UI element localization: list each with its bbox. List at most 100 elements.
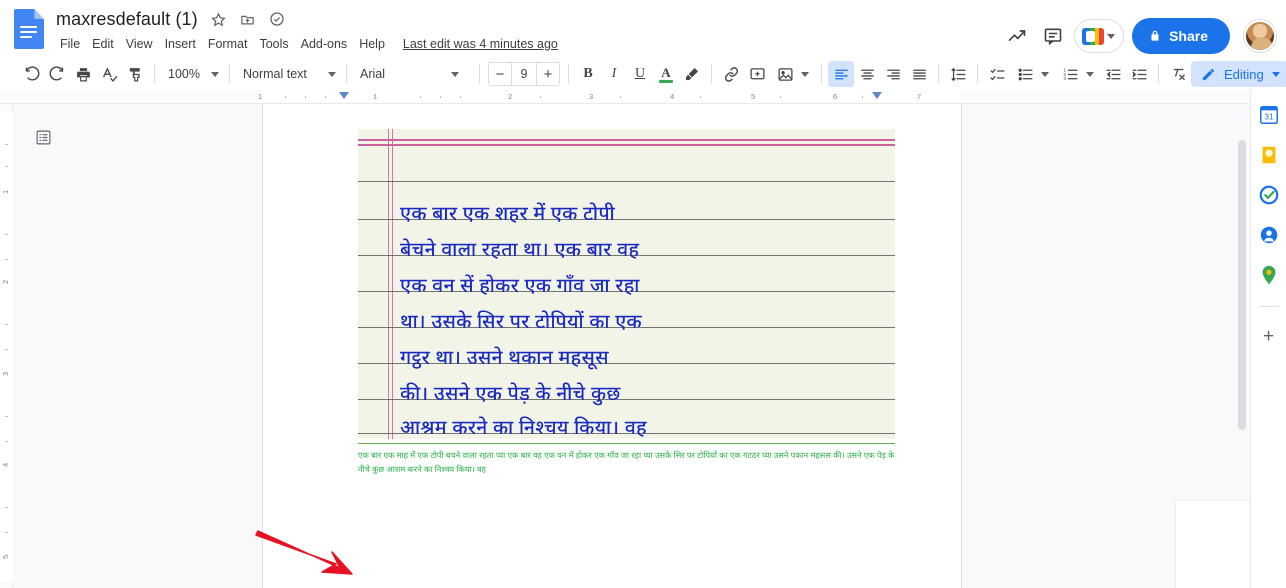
comment-history-icon[interactable] <box>1036 19 1070 53</box>
undo-icon[interactable] <box>18 61 44 87</box>
menu-item-add-ons[interactable]: Add-ons <box>295 35 354 53</box>
handwriting-line: आश्रम करने का निश्चय किया। वह <box>400 418 647 439</box>
chevron-down-icon[interactable] <box>801 71 809 77</box>
font-size-decrease-button[interactable]: − <box>489 63 511 85</box>
activity-dashboard-icon[interactable] <box>1000 19 1034 53</box>
toolbar-divider <box>821 64 822 84</box>
toolbar-divider <box>346 64 347 84</box>
clear-formatting-icon[interactable] <box>1165 61 1191 87</box>
header-actions: Share <box>1000 0 1286 58</box>
title-and-menu-block: maxresdefault (1) File Edit View Insert … <box>54 6 558 55</box>
bold-button[interactable]: B <box>575 61 601 87</box>
handwritten-hindi-notebook-scan[interactable]: एक बार एक शहर में एक टोपी बेचने वाला रहत… <box>358 129 895 439</box>
handwriting-line: था। उसके सिर पर टोपियों का एक <box>400 312 642 333</box>
google-keep-icon[interactable] <box>1258 144 1280 166</box>
docs-logo-icon[interactable] <box>14 9 44 49</box>
bulleted-list-icon[interactable] <box>1010 61 1036 87</box>
increase-indent-icon[interactable] <box>1126 61 1152 87</box>
vruler-mark: 3 <box>1 371 10 376</box>
add-comment-icon[interactable] <box>744 61 770 87</box>
horizontal-ruler[interactable]: 1 1 2 3 4 5 6 7 <box>0 90 1250 104</box>
menu-item-tools[interactable]: Tools <box>253 35 294 53</box>
svg-text:3: 3 <box>1063 76 1066 82</box>
redo-icon[interactable] <box>44 61 70 87</box>
font-size-input[interactable]: 9 <box>511 63 537 85</box>
menu-item-file[interactable]: File <box>54 35 86 53</box>
chevron-down-icon[interactable] <box>451 71 459 77</box>
google-tasks-icon[interactable] <box>1258 184 1280 206</box>
add-on-plus-button[interactable]: + <box>1263 327 1274 346</box>
chevron-down-icon[interactable] <box>1041 71 1049 77</box>
ruler-mark: 2 <box>508 92 513 101</box>
user-avatar[interactable] <box>1244 20 1276 52</box>
menu-item-help[interactable]: Help <box>353 35 391 53</box>
paint-format-icon[interactable] <box>122 61 148 87</box>
zoom-select[interactable]: 100% <box>161 61 223 87</box>
line-spacing-icon[interactable] <box>945 61 971 87</box>
move-to-folder-icon[interactable] <box>238 9 258 29</box>
chevron-down-icon <box>1107 33 1116 39</box>
decrease-indent-icon[interactable] <box>1100 61 1126 87</box>
star-icon[interactable] <box>209 9 229 29</box>
toolbar-divider <box>479 64 480 84</box>
meet-button[interactable] <box>1074 19 1125 53</box>
font-size-increase-button[interactable]: + <box>537 63 559 85</box>
chevron-down-icon[interactable] <box>1086 71 1094 77</box>
menu-item-insert[interactable]: Insert <box>159 35 202 53</box>
meet-icon <box>1082 27 1105 45</box>
checklist-icon[interactable] <box>984 61 1010 87</box>
highlight-icon[interactable] <box>679 61 705 87</box>
menu-item-view[interactable]: View <box>120 35 159 53</box>
last-edit-link[interactable]: Last edit was 4 minutes ago <box>403 37 558 51</box>
toolbar-divider <box>977 64 978 84</box>
svg-text:31: 31 <box>1264 113 1274 122</box>
align-right-icon[interactable] <box>880 61 906 87</box>
toolbar-divider <box>154 64 155 84</box>
align-center-icon[interactable] <box>854 61 880 87</box>
ruler-mark: 3 <box>589 92 594 101</box>
numbered-list-icon[interactable]: 123 <box>1055 61 1081 87</box>
italic-button[interactable]: I <box>601 61 627 87</box>
cloud-saved-icon[interactable] <box>267 9 287 29</box>
align-justify-icon[interactable] <box>906 61 932 87</box>
paragraph-style-select[interactable]: Normal text <box>236 61 340 87</box>
print-icon[interactable] <box>70 61 96 87</box>
divider <box>1258 306 1279 307</box>
vertical-ruler-track <box>0 112 13 582</box>
google-maps-icon[interactable] <box>1258 264 1280 286</box>
menu-item-edit[interactable]: Edit <box>86 35 120 53</box>
document-workspace: एक बार एक शहर में एक टोपी बेचने वाला रहत… <box>13 104 1250 588</box>
align-left-icon[interactable] <box>828 61 854 87</box>
menu-item-format[interactable]: Format <box>202 35 254 53</box>
document-outline-icon[interactable] <box>30 124 56 150</box>
underline-button[interactable]: U <box>627 61 653 87</box>
text-color-swatch <box>659 79 673 83</box>
font-family-select[interactable]: Arial <box>353 61 445 87</box>
font-family-value: Arial <box>360 67 386 81</box>
insert-image-icon[interactable] <box>770 61 796 87</box>
text-color-button[interactable]: A <box>653 61 679 87</box>
mode-select[interactable]: Editing <box>1191 61 1286 87</box>
document-page[interactable]: एक बार एक शहर में एक टोपी बेचने वाला रहत… <box>262 104 962 588</box>
spell-check-icon[interactable] <box>96 61 122 87</box>
app-header: maxresdefault (1) File Edit View Insert … <box>0 0 1286 58</box>
share-button[interactable]: Share <box>1132 18 1230 54</box>
google-contacts-icon[interactable] <box>1258 224 1280 246</box>
toolbar-divider <box>1158 64 1159 84</box>
vertical-scrollbar[interactable] <box>1238 140 1246 430</box>
vruler-mark: 4 <box>1 462 10 467</box>
handwriting-line: बेचने वाला रहता था। एक बार वह <box>400 240 640 261</box>
page-title[interactable]: maxresdefault (1) <box>54 7 200 31</box>
extracted-hindi-text[interactable]: एक बार एक माह में एक टोपी बचने वाला रहता… <box>358 449 900 477</box>
google-calendar-icon[interactable]: 31 <box>1258 104 1280 126</box>
vertical-ruler[interactable]: 1 2 3 4 5 <box>0 104 13 588</box>
link-icon[interactable] <box>718 61 744 87</box>
paragraph-style-value: Normal text <box>243 67 307 81</box>
toolbar-divider <box>568 64 569 84</box>
handwriting-line: गट्ठर था। उसने थकान महसूस <box>400 348 609 369</box>
left-indent-marker[interactable] <box>339 92 349 99</box>
right-indent-marker[interactable] <box>872 92 882 99</box>
share-label: Share <box>1169 28 1208 44</box>
divider <box>358 443 895 444</box>
formatting-toolbar: 100% Normal text Arial − 9 + B I U A 1 2… <box>0 58 1286 90</box>
